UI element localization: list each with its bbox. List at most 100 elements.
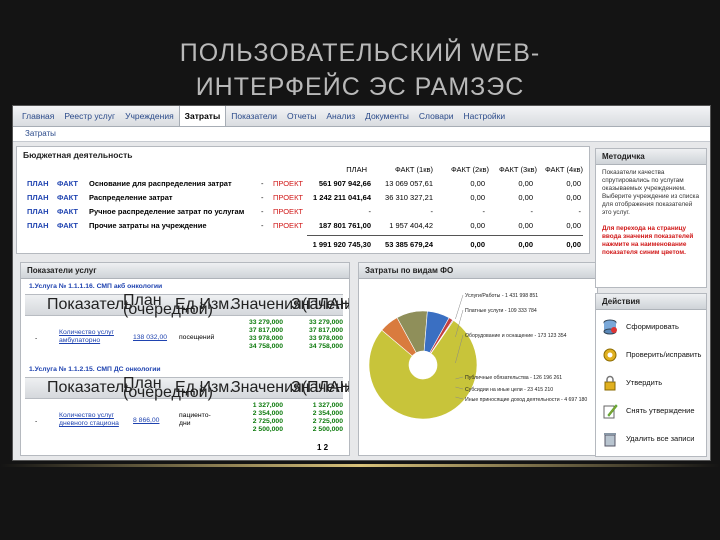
fact-value: 33 978,000 <box>308 335 343 342</box>
col-plan-next: План (очередной) <box>123 292 213 318</box>
plan-link[interactable]: ПЛАН <box>27 205 49 218</box>
row-dash: - <box>261 221 264 230</box>
nav-documents[interactable]: Документы <box>360 106 414 126</box>
value-q1: 36 310 327,21 <box>385 193 433 202</box>
value-q4: 0,00 <box>566 193 581 202</box>
value-q4: - <box>578 207 582 216</box>
col-q3: ФАКТ (3кв) <box>498 165 537 174</box>
value-q2: - <box>482 207 486 216</box>
value-plan: 187 801 761,00 <box>318 221 371 230</box>
col-plan: ПЛАН <box>346 165 367 174</box>
pie-legend-label: Услуги/Работы - 1 431 998 851 <box>465 293 538 299</box>
fact-value: 2 500,000 <box>312 426 343 433</box>
nav-reports[interactable]: Отчеты <box>282 106 321 126</box>
row-name: Прочие затраты на учреждение <box>89 221 207 230</box>
status-badge: ПРОЕКТ <box>273 179 304 188</box>
nav-institutions[interactable]: Учреждения <box>120 106 179 126</box>
plan-values: 33 279,000 37 817,000 33 978,000 34 758,… <box>235 319 283 351</box>
trash-icon <box>604 433 616 447</box>
services-panel: Показатели услуг 1.Услуга № 1.1.1.16. СМ… <box>20 262 350 456</box>
col-values-fact: Значения(ФАКТ) <box>291 296 350 313</box>
pie-legend-label: Публичные обязательства - 126 196 261 <box>465 375 562 381</box>
fact-values: 1 327,000 2 354,000 2 725,000 2 500,000 <box>295 402 343 434</box>
nav-home[interactable]: Главная <box>17 106 59 126</box>
plan-link[interactable]: ПЛАН <box>27 177 49 190</box>
plan-value: 2 354,000 <box>252 410 283 417</box>
value-q2: 0,00 <box>470 193 485 202</box>
actions-title: Действия <box>596 294 706 310</box>
fact-value: 2 725,000 <box>312 418 343 425</box>
fact-link[interactable]: ФАКТ <box>57 191 78 204</box>
nav-registry[interactable]: Реестр услуг <box>59 106 120 126</box>
plan-value: 2 725,000 <box>252 418 283 425</box>
plan-value-link[interactable]: 138 032,00 <box>133 334 167 341</box>
nav-analysis[interactable]: Анализ <box>321 106 360 126</box>
value-plan: 561 907 942,66 <box>318 179 371 188</box>
total-q4: 0,00 <box>566 240 581 249</box>
col-q1: ФАКТ (1кв) <box>394 165 433 174</box>
plan-value: 34 758,000 <box>248 343 283 350</box>
unapprove-label: Снять утверждение <box>626 406 695 415</box>
pagination[interactable]: 1 2 <box>317 443 328 452</box>
fact-values: 33 279,000 37 817,000 33 978,000 34 758,… <box>295 319 343 351</box>
plan-value: 33 978,000 <box>248 335 283 342</box>
value-q3: 0,00 <box>518 193 533 202</box>
col-plan-next: План (очередной) <box>123 375 213 401</box>
col-unit: Ед.Изм. <box>175 296 234 313</box>
total-plan: 1 991 920 745,30 <box>312 240 371 249</box>
status-badge: ПРОЕКТ <box>273 221 304 230</box>
method-text: Показатели качества спрутировались по ус… <box>602 169 700 216</box>
value-plan: - <box>368 207 372 216</box>
fact-link[interactable]: ФАКТ <box>57 205 78 218</box>
indicator-link[interactable]: Количество услуг дневного стациона <box>59 412 123 428</box>
plan-link[interactable]: ПЛАН <box>27 191 49 204</box>
delete-all-label: Удалить все записи <box>626 434 695 443</box>
row-name: Распределение затрат <box>89 193 173 202</box>
plan-value: 37 817,000 <box>248 327 283 334</box>
value-q1: 13 069 057,61 <box>385 179 433 188</box>
value-q2: 0,00 <box>470 221 485 230</box>
plan-value-link[interactable]: 8 866,00 <box>133 417 159 424</box>
total-q1: 53 385 679,24 <box>385 240 433 249</box>
unapprove-button[interactable]: Снять утверждение <box>602 400 695 422</box>
delete-all-button[interactable]: Удалить все записи <box>602 428 694 450</box>
col-indicator: Показатель <box>47 296 133 313</box>
indicator-link[interactable]: Количество услуг амбулаторно <box>59 329 123 345</box>
approve-button[interactable]: Утвердить <box>602 372 662 394</box>
row-dash: - <box>261 193 264 202</box>
fact-link[interactable]: ФАКТ <box>57 177 78 190</box>
subnav-costs[interactable]: Затраты <box>13 127 710 142</box>
nav-costs[interactable]: Затраты <box>178 106 227 126</box>
budget-row: ПЛАН ФАКТ Основание для распределения за… <box>17 177 589 190</box>
budget-title: Бюджетная деятельность <box>23 150 133 160</box>
check-fix-label: Проверить/исправить <box>626 350 702 359</box>
slide-divider <box>0 464 720 467</box>
nav-dictionaries[interactable]: Словари <box>414 106 459 126</box>
main-nav: Главная Реестр услуг Учреждения Затраты … <box>13 106 710 127</box>
budget-row: ПЛАН ФАКТ Распределение затрат - ПРОЕКТ … <box>17 191 589 204</box>
plan-link[interactable]: ПЛАН <box>27 219 49 232</box>
budget-row: ПЛАН ФАКТ Ручное распределение затрат по… <box>17 205 589 218</box>
pie-legend-label: Субсидии на иные цели - 23 415 210 <box>465 387 553 393</box>
nav-settings[interactable]: Настройки <box>458 106 510 126</box>
value-q1: 1 957 404,42 <box>389 221 433 230</box>
services-title: Показатели услуг <box>21 263 349 279</box>
edit-icon <box>603 404 618 419</box>
fact-link[interactable]: ФАКТ <box>57 219 78 232</box>
status-badge: ПРОЕКТ <box>273 207 304 216</box>
col-unit: Ед.Изм. <box>175 379 234 396</box>
row-dash: - <box>35 418 38 425</box>
generate-button[interactable]: Сформировать <box>602 316 679 338</box>
fact-value: 34 758,000 <box>308 343 343 350</box>
nav-indicators[interactable]: Показатели <box>226 106 282 126</box>
check-fix-button[interactable]: Проверить/исправить <box>602 344 701 366</box>
plan-value: 1 327,000 <box>252 402 283 409</box>
pie-legend-label: Оборудование и оснащение - 173 123 354 <box>465 333 567 339</box>
group-heading: 1.Услуга № 1.1.2.15. СМП ДС онкологии <box>29 366 161 373</box>
group-header-row: Показатель План (очередной) Ед.Изм. Знач… <box>25 375 349 401</box>
value-q3: 0,00 <box>518 179 533 188</box>
method-title: Методичка <box>596 149 706 165</box>
group-heading: 1.Услуга № 1.1.1.16. СМП акб онкологии <box>29 283 163 290</box>
budget-panel: Бюджетная деятельность ПЛАН ФАКТ (1кв) Ф… <box>16 146 590 254</box>
method-note: Для перехода на страницу ввода значения … <box>602 225 694 256</box>
